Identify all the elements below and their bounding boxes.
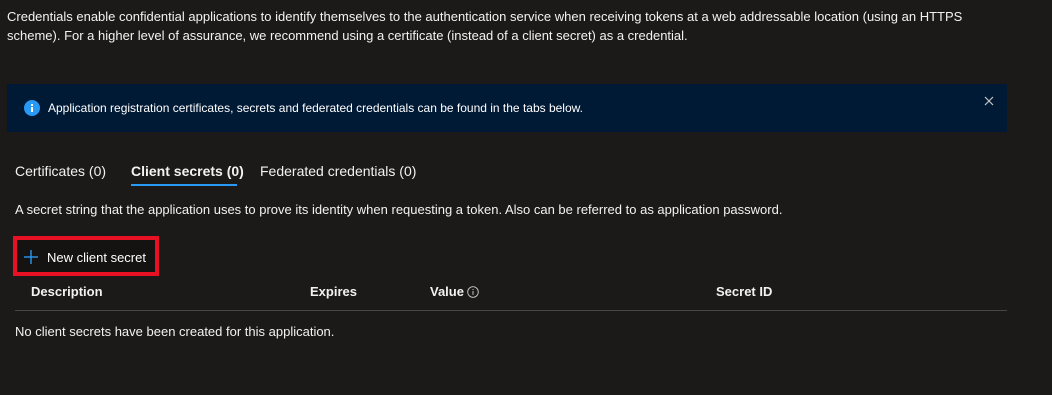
- column-header-value[interactable]: Value: [430, 284, 479, 300]
- close-icon[interactable]: [982, 94, 996, 108]
- tab-certificates[interactable]: Certificates (0): [15, 160, 106, 182]
- column-header-secret-id[interactable]: Secret ID: [716, 284, 772, 300]
- new-client-secret-label: New client secret: [47, 250, 146, 265]
- info-message-bar: Application registration certificates, s…: [7, 84, 1007, 132]
- empty-table-message: No client secrets have been created for …: [15, 324, 335, 339]
- column-header-expires[interactable]: Expires: [310, 284, 357, 300]
- intro-text: Credentials enable confidential applicat…: [7, 9, 963, 43]
- new-client-secret-button[interactable]: New client secret: [13, 236, 159, 276]
- info-circle-icon[interactable]: [467, 286, 479, 298]
- info-icon: [24, 100, 40, 116]
- column-header-description[interactable]: Description: [31, 284, 103, 300]
- info-message: Application registration certificates, s…: [48, 101, 583, 115]
- plus-icon: [24, 250, 38, 264]
- tab-client-secrets[interactable]: Client secrets (0): [131, 160, 244, 182]
- tab-federated-credentials[interactable]: Federated credentials (0): [260, 160, 416, 182]
- column-header-value-label: Value: [430, 284, 464, 299]
- active-tab-indicator: [131, 184, 237, 186]
- secrets-table-header: Description Expires Value Secret ID: [15, 276, 1007, 311]
- section-description: A secret string that the application use…: [15, 202, 783, 217]
